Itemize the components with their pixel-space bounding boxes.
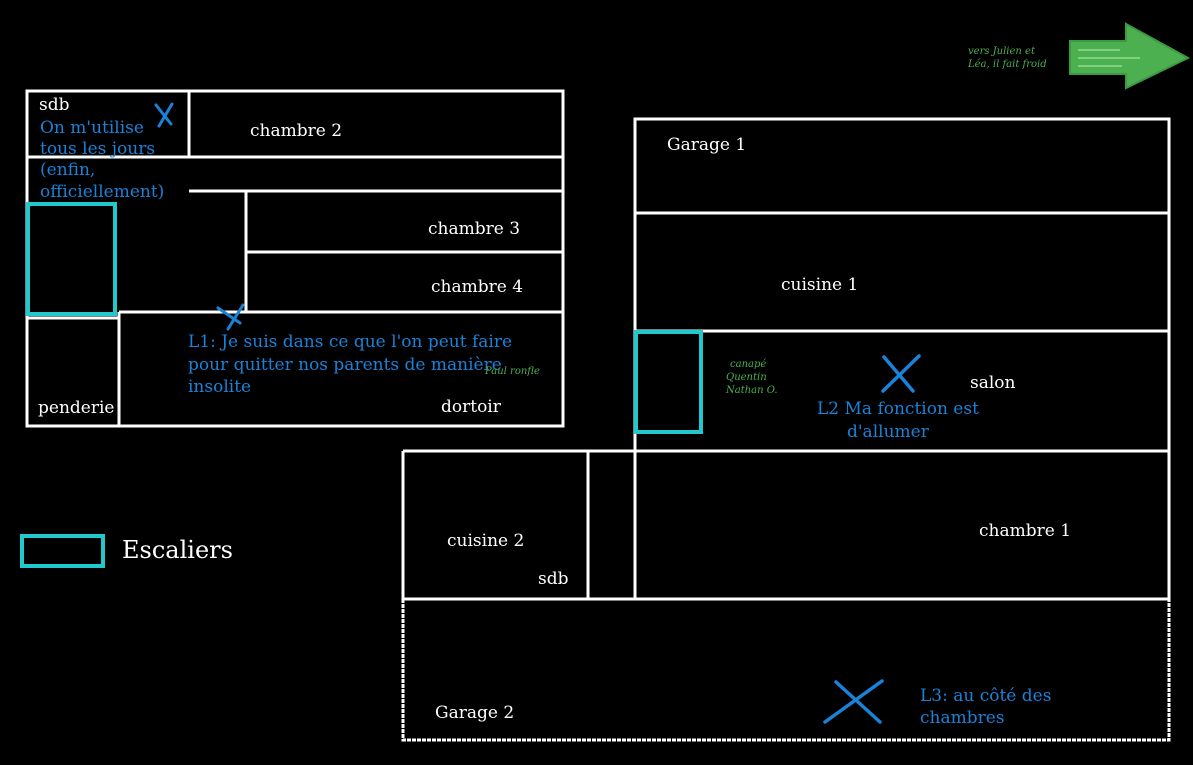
label-dortoir: dortoir <box>441 397 502 417</box>
note-l2-line-2: d'allumer <box>847 422 930 442</box>
note-l3-line-1: L3: au côté des <box>920 686 1051 706</box>
note-canape-line-3: Nathan O. <box>725 385 778 396</box>
label-chambre-2: chambre 2 <box>250 121 342 141</box>
note-julien-line-2: Léa, il fait froid <box>967 59 1047 70</box>
label-chambre-4: chambre 4 <box>431 277 523 297</box>
note-julien-line-1: vers Julien et <box>968 46 1036 57</box>
note-paul: Paul ronfle <box>484 366 540 377</box>
label-cuisine-1: cuisine 1 <box>781 275 858 295</box>
note-canape-line-2: Quentin <box>726 372 767 383</box>
note-canape-line-1: canapé <box>730 359 766 370</box>
legend-stairs-label: Escaliers <box>122 536 233 564</box>
label-cuisine-2: cuisine 2 <box>447 531 524 551</box>
note-l1-line-3: insolite <box>188 377 251 397</box>
note-sdb-line-1: On m'utilise <box>40 118 144 138</box>
note-l1-line-1: L1: Je suis dans ce que l'on peut faire <box>188 332 512 352</box>
note-l3-line-2: chambres <box>920 708 1005 728</box>
label-garage-1: Garage 1 <box>667 135 746 155</box>
floor-plan: sdb chambre 2 chambre 3 chambre 4 pender… <box>0 0 1193 765</box>
label-chambre-3: chambre 3 <box>428 219 520 239</box>
note-sdb-line-2: tous les jours <box>40 139 155 159</box>
label-penderie: penderie <box>38 398 114 418</box>
label-garage-2: Garage 2 <box>435 703 514 723</box>
note-l2-line-1: L2 Ma fonction est <box>817 399 979 419</box>
note-sdb-line-4: officiellement) <box>40 182 164 202</box>
label-chambre-1: chambre 1 <box>979 521 1071 541</box>
label-sdb-top: sdb <box>39 95 70 115</box>
label-salon: salon <box>970 373 1016 393</box>
note-sdb-line-3: (enfin, <box>40 160 95 180</box>
note-l1-line-2: pour quitter nos parents de manière <box>188 355 502 375</box>
label-sdb-bottom: sdb <box>538 569 569 589</box>
